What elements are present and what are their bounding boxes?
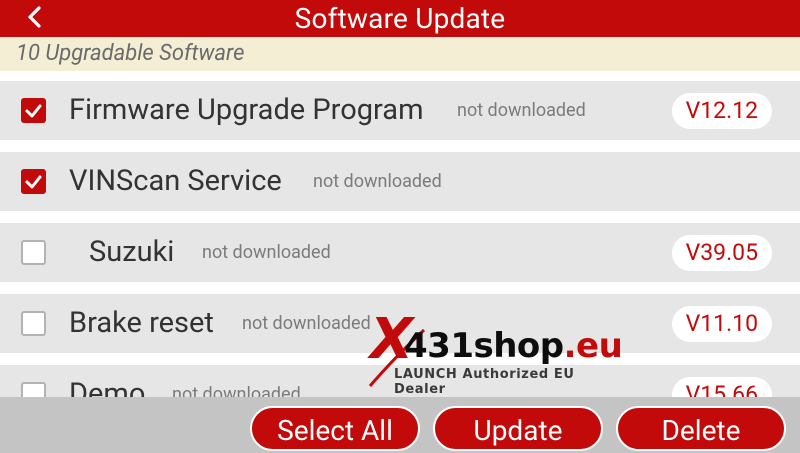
software-name: VINScan Service [69, 164, 282, 198]
version-badge: V12.12 [671, 93, 772, 129]
download-status: not downloaded [313, 171, 442, 192]
software-name: Suzuki [89, 235, 175, 269]
action-bar: Select All Update Delete [0, 397, 800, 453]
checkbox[interactable] [21, 240, 46, 265]
delete-button[interactable]: Delete [616, 406, 786, 451]
watermark-tagline: LAUNCH Authorized EU Dealer [394, 367, 575, 397]
software-name: Demo [69, 377, 146, 398]
checkbox[interactable] [21, 169, 46, 194]
list-item[interactable]: Firmware Upgrade Program not downloaded … [0, 81, 800, 140]
select-all-button[interactable]: Select All [250, 406, 420, 451]
checkbox[interactable] [21, 311, 46, 336]
download-status: not downloaded [202, 242, 331, 263]
software-name: Firmware Upgrade Program [69, 93, 424, 127]
download-status: not downloaded [242, 313, 371, 334]
checkbox[interactable] [21, 98, 46, 123]
watermark-logo: X 431shop.eu LAUNCH Authorized EU Dealer [364, 306, 624, 397]
update-button[interactable]: Update [433, 406, 603, 451]
version-badge: V15.66 [671, 377, 772, 398]
watermark-brand-suffix: .eu [563, 326, 623, 366]
version-badge: V11.10 [671, 306, 772, 342]
checkmark-icon [25, 104, 42, 118]
title-bar: Software Update [0, 0, 800, 37]
upgradable-count-label: 10 Upgradable Software [0, 37, 800, 71]
checkmark-icon [25, 175, 42, 189]
software-name: Brake reset [69, 306, 214, 340]
download-status: not downloaded [457, 100, 586, 121]
list-item[interactable]: Suzuki not downloaded V39.05 [0, 223, 800, 282]
watermark-brand: 431shop.eu [404, 326, 623, 366]
version-badge: V39.05 [671, 235, 772, 271]
checkbox[interactable] [21, 382, 46, 398]
page-title: Software Update [294, 2, 506, 35]
list-item[interactable]: VINScan Service not downloaded [0, 152, 800, 211]
download-status: not downloaded [172, 384, 301, 398]
watermark-brand-main: 431shop [404, 326, 564, 366]
